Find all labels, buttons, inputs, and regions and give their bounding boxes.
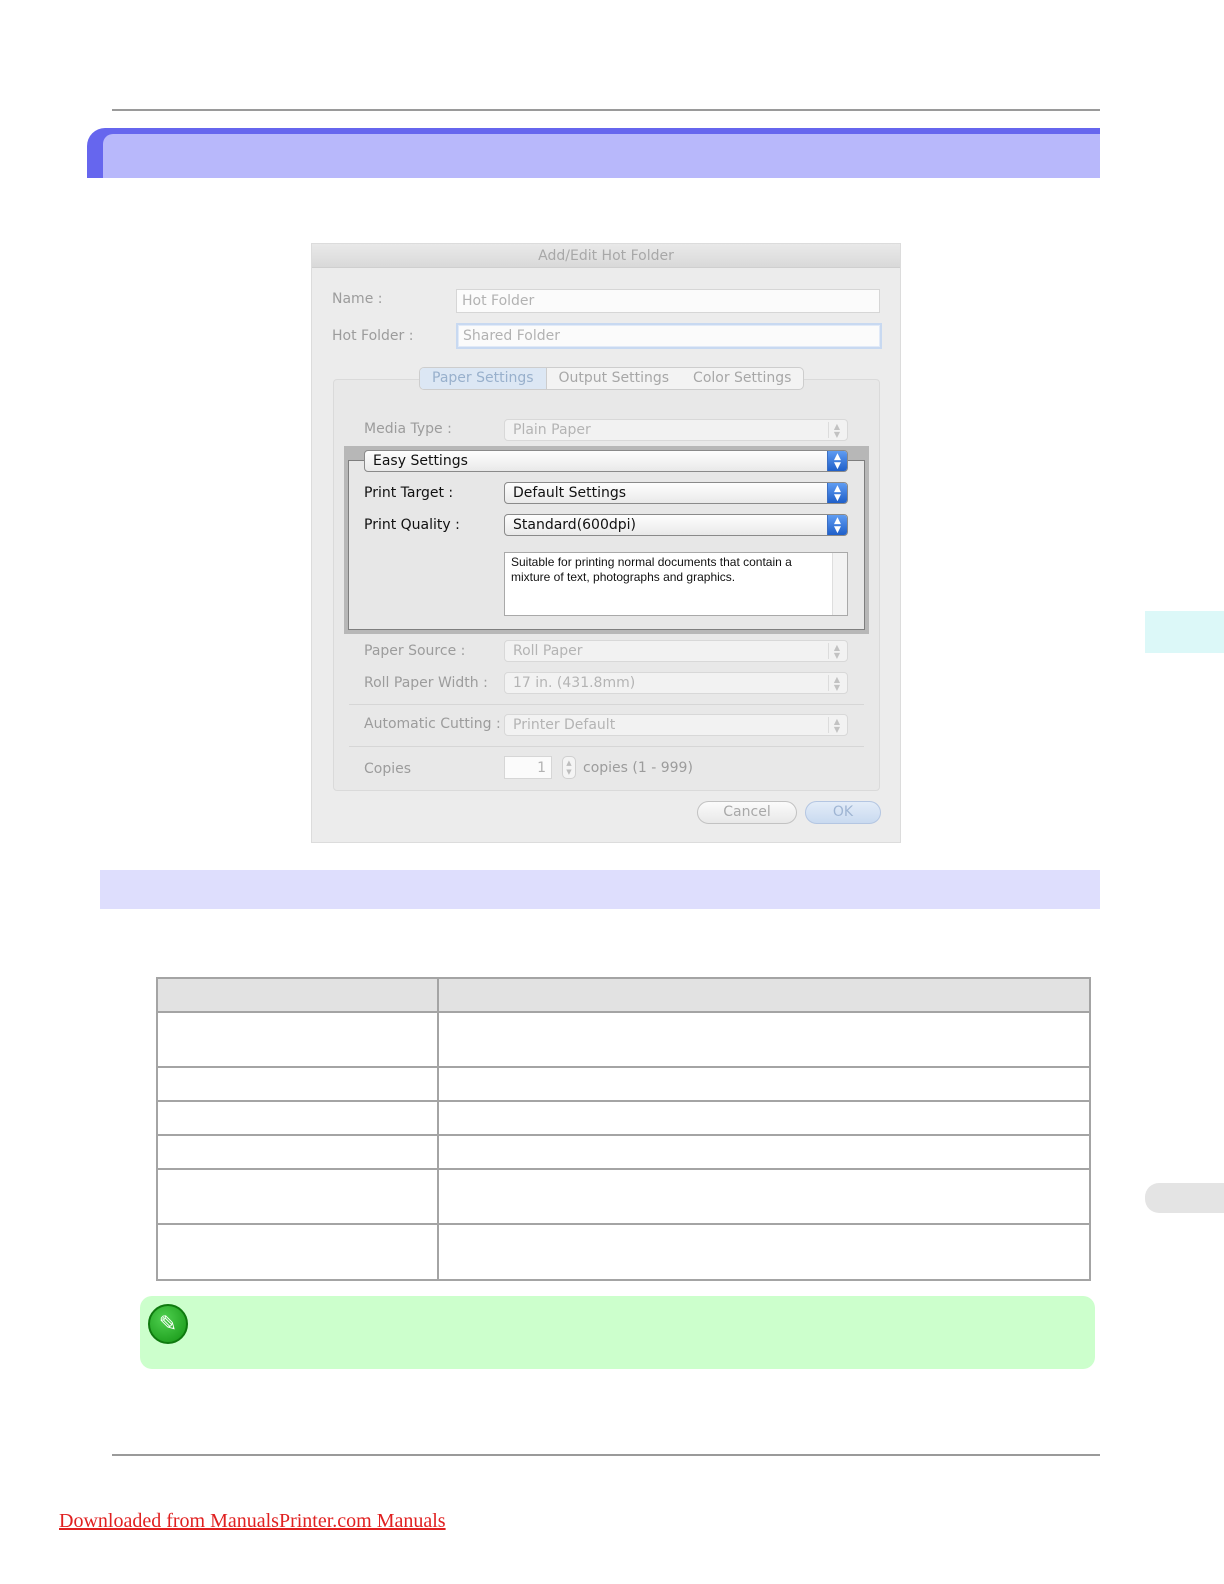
table-cell (156, 1066, 439, 1102)
header-rule (112, 109, 1100, 111)
table-cell (156, 1134, 439, 1170)
table-row (156, 1168, 1091, 1225)
paper-source-label: Paper Source : (364, 643, 466, 659)
footer-rule (112, 1454, 1100, 1456)
roll-paper-width-label: Roll Paper Width : (364, 675, 488, 691)
description-scrollbar[interactable] (832, 553, 847, 615)
paper-source-select[interactable]: Roll Paper ▲ ▼ (504, 640, 848, 662)
table-header-cell (156, 977, 439, 1013)
media-type-select[interactable]: Plain Paper ▲ ▼ (504, 419, 848, 441)
print-target-label: Print Target : (364, 485, 454, 501)
tab-color-settings[interactable]: Color Settings (681, 368, 803, 389)
table-header-row (156, 977, 1091, 1013)
chevron-updown-icon: ▲ ▼ (827, 483, 847, 503)
print-quality-select[interactable]: Standard(600dpi) ▲ ▼ (504, 514, 848, 536)
copies-field[interactable]: 1 (504, 756, 552, 779)
table-cell (437, 1168, 1091, 1225)
automatic-cutting-value: Printer Default (513, 717, 616, 733)
ok-button[interactable]: OK (805, 801, 881, 824)
table-cell (437, 1011, 1091, 1068)
copies-stepper[interactable]: ▲ ▼ (562, 756, 576, 779)
section-header-bar (87, 128, 1100, 178)
separator (349, 704, 864, 705)
table-cell (156, 1011, 439, 1068)
table-row (156, 1223, 1091, 1281)
copies-range: copies (1 - 999) (583, 760, 693, 776)
hot-folder-field[interactable]: Shared Folder (456, 323, 882, 349)
pencil-icon: ✎ (148, 1304, 188, 1344)
media-type-label: Media Type : (364, 421, 452, 437)
roll-paper-width-select[interactable]: 17 in. (431.8mm) ▲ ▼ (504, 672, 848, 694)
table-cell (437, 1223, 1091, 1281)
hot-folder-label: Hot Folder : (332, 328, 414, 344)
table-row (156, 1011, 1091, 1068)
section-header-fill (103, 134, 1100, 178)
automatic-cutting-select[interactable]: Printer Default ▲ ▼ (504, 714, 848, 736)
cancel-button[interactable]: Cancel (697, 801, 797, 824)
easy-settings-select[interactable]: Easy Settings ▲ ▼ (364, 450, 848, 472)
table-cell (156, 1100, 439, 1136)
table-row (156, 1066, 1091, 1102)
table-cell (437, 1066, 1091, 1102)
table-header-cell (437, 977, 1091, 1013)
name-label: Name : (332, 291, 383, 307)
print-quality-label: Print Quality : (364, 517, 460, 533)
tab-output-settings[interactable]: Output Settings (547, 368, 682, 389)
chevron-updown-icon: ▲ ▼ (828, 422, 845, 439)
side-tab-index[interactable] (1145, 1183, 1224, 1213)
print-target-select[interactable]: Default Settings ▲ ▼ (504, 482, 848, 504)
dialog-title: Add/Edit Hot Folder (312, 244, 900, 268)
easy-settings-value: Easy Settings (373, 453, 468, 469)
subsection-header-bar (100, 870, 1100, 909)
chevron-updown-icon: ▲ ▼ (828, 717, 845, 734)
note-box: ✎ (140, 1296, 1095, 1369)
chevron-updown-icon: ▲ ▼ (828, 643, 845, 660)
roll-paper-width-value: 17 in. (431.8mm) (513, 675, 636, 691)
tab-paper-settings[interactable]: Paper Settings (420, 368, 547, 389)
table-cell (437, 1100, 1091, 1136)
chevron-updown-icon: ▲ ▼ (828, 675, 845, 692)
automatic-cutting-label: Automatic Cutting : (364, 716, 501, 732)
chevron-updown-icon: ▲ ▼ (827, 451, 847, 471)
quality-description: Suitable for printing normal documents t… (504, 552, 848, 616)
print-quality-value: Standard(600dpi) (513, 517, 636, 533)
side-tab-chapter[interactable] (1145, 611, 1224, 653)
settings-tabs: Paper Settings Output Settings Color Set… (419, 367, 805, 390)
chevron-updown-icon: ▲ ▼ (827, 515, 847, 535)
table-cell (437, 1134, 1091, 1170)
download-source-link[interactable]: Downloaded from ManualsPrinter.com Manua… (59, 1510, 446, 1533)
description-text: Suitable for printing normal documents t… (511, 555, 792, 584)
table-cell (156, 1168, 439, 1225)
print-target-value: Default Settings (513, 485, 627, 501)
table-cell (156, 1223, 439, 1281)
table-row (156, 1100, 1091, 1136)
paper-source-value: Roll Paper (513, 643, 583, 659)
table-row (156, 1134, 1091, 1170)
media-type-value: Plain Paper (513, 422, 591, 438)
name-field[interactable]: Hot Folder (456, 289, 880, 313)
copies-label: Copies (364, 761, 412, 777)
separator (349, 746, 864, 747)
hot-folder-dialog: Add/Edit Hot Folder Name : Hot Folder Ho… (311, 243, 901, 843)
settings-table (156, 977, 1091, 1281)
